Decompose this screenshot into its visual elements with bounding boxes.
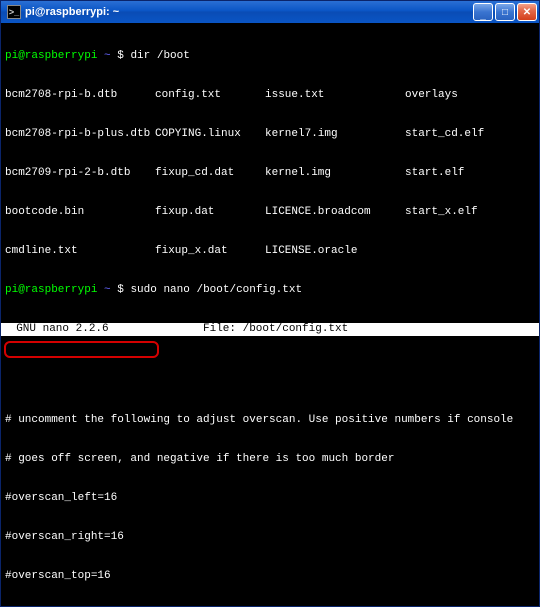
window-controls: _ □ ✕ [473,3,537,21]
close-button[interactable]: ✕ [517,3,537,21]
window-title: pi@raspberrypi: ~ [25,6,473,18]
config-line: # uncomment the following to adjust over… [5,414,535,427]
prompt-user: pi@raspberrypi [5,50,97,63]
maximize-button[interactable]: □ [495,3,515,21]
nano-version: GNU nano 2.2.6 [3,323,203,336]
minimize-button[interactable]: _ [473,3,493,21]
app-icon: >_ [7,5,21,19]
config-line: #overscan_left=16 [5,492,535,505]
config-line: #overscan_top=16 [5,570,535,583]
command-sudo-nano: sudo nano /boot/config.txt [130,284,302,297]
terminal-window: >_ pi@raspberrypi: ~ _ □ ✕ pi@raspberryp… [0,0,540,607]
config-line: #overscan_right=16 [5,531,535,544]
dir-row: bcm2709-rpi-2-b.dtbfixup_cd.datkernel.im… [5,167,535,180]
prompt-line-1: pi@raspberrypi ~ $ dir /boot [5,50,535,63]
config-line: # goes off screen, and negative if there… [5,453,535,466]
dir-row: bcm2708-rpi-b.dtbconfig.txtissue.txtover… [5,89,535,102]
dir-row: bootcode.binfixup.datLICENCE.broadcomsta… [5,206,535,219]
prompt-line-2: pi@raspberrypi ~ $ sudo nano /boot/confi… [5,284,535,297]
nano-header: GNU nano 2.2.6 File: /boot/config.txt [1,323,539,336]
dir-row: bcm2708-rpi-b-plus.dtbCOPYING.linuxkerne… [5,128,535,141]
nano-file-label: File: /boot/config.txt [203,323,537,336]
terminal-content[interactable]: pi@raspberrypi ~ $ dir /boot bcm2708-rpi… [1,23,539,606]
titlebar[interactable]: >_ pi@raspberrypi: ~ _ □ ✕ [1,1,539,23]
command-dir: dir /boot [130,50,189,63]
dir-row: cmdline.txtfixup_x.datLICENSE.oracle [5,245,535,258]
prompt-path: ~ [104,50,111,63]
